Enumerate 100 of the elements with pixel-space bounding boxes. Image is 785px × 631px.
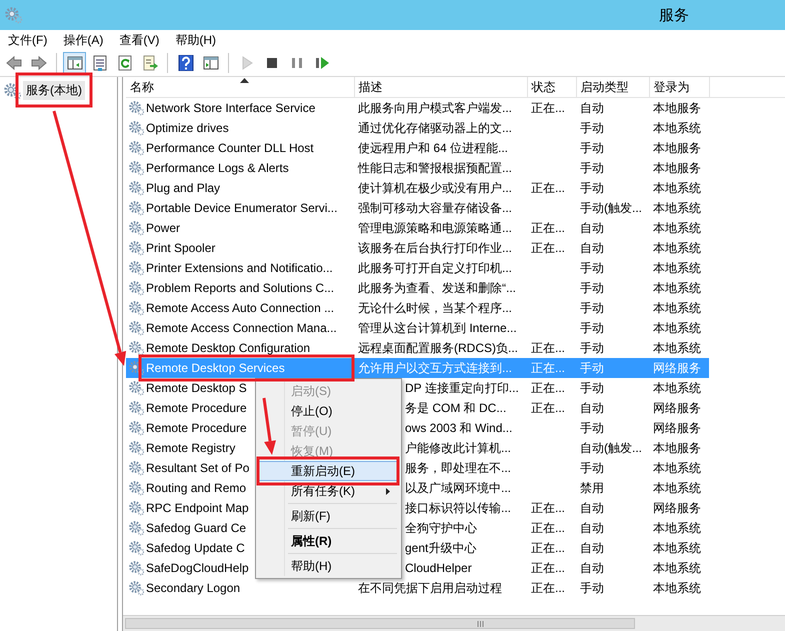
table-cell: 该服务在后台执行打印作业... (358, 240, 512, 254)
table-cell: ows 2003 和 Wind... (405, 420, 512, 434)
gear-icon (128, 560, 144, 576)
menu-item[interactable]: 属性(R) (258, 531, 399, 551)
service-name[interactable]: Remote Desktop Configuration (146, 341, 310, 355)
service-name[interactable]: Printer Extensions and Notificatio... (146, 261, 333, 275)
back-icon[interactable] (6, 55, 22, 71)
service-name[interactable]: Optimize drives (146, 121, 229, 135)
table-cell: 手动 (580, 320, 604, 334)
tree-item[interactable]: 服务(本地) (23, 81, 85, 100)
table-cell: 本地系统 (653, 180, 701, 194)
table-cell: 自动 (580, 240, 604, 254)
table-cell: 自动 (580, 220, 604, 234)
table-cell: 本地系统 (653, 540, 701, 554)
service-name[interactable]: Resultant Set of Po (146, 461, 250, 475)
table-cell: 本地系统 (653, 340, 701, 354)
table-cell: 本地系统 (653, 480, 701, 494)
table-cell: 正在... (531, 180, 566, 194)
gear-icon (128, 320, 144, 336)
table-cell: 管理从这台计算机到 Interne... (358, 320, 517, 334)
service-name[interactable]: Remote Access Connection Mana... (146, 321, 337, 335)
service-name[interactable]: Secondary Logon (146, 581, 240, 595)
table-cell: 手动 (580, 300, 604, 314)
gear-icon (128, 240, 144, 256)
column-header[interactable]: 状态 (527, 77, 576, 98)
table-cell: 本地服务 (653, 100, 701, 114)
gear-icon (128, 340, 144, 356)
table-cell: 正在... (531, 500, 566, 514)
menu-item[interactable]: 帮助(H) (258, 556, 399, 576)
service-name[interactable]: Performance Counter DLL Host (146, 141, 314, 155)
service-name[interactable]: Safedog Update C (146, 541, 245, 555)
table-cell: 正在... (531, 340, 566, 354)
table-cell: 此服务向用户模式客户端发... (358, 100, 512, 114)
menu-item[interactable]: 操作(A) (57, 30, 110, 50)
menu-item[interactable]: 停止(O) (258, 401, 399, 421)
menu-item[interactable]: 刷新(F) (258, 506, 399, 526)
table-cell: 本地系统 (653, 280, 701, 294)
table-cell: 本地系统 (653, 320, 701, 334)
table-cell: 手动(触发... (580, 200, 642, 214)
help-icon (178, 55, 194, 71)
restart-icon[interactable] (314, 55, 330, 71)
table-cell: 正在... (531, 220, 566, 234)
menu-item[interactable]: 所有任务(K) (258, 481, 399, 501)
gear-icon (128, 580, 144, 596)
gear-icon (128, 120, 144, 136)
service-name[interactable]: Remote Access Auto Connection ... (146, 301, 334, 315)
gear-icon (128, 180, 144, 196)
menu-item[interactable]: 文件(F) (2, 30, 54, 50)
service-name[interactable]: Remote Registry (146, 441, 236, 455)
service-name[interactable]: Routing and Remo (146, 481, 246, 495)
service-name[interactable]: SafeDogCloudHelp (146, 561, 249, 575)
table-cell: 接口标识符以传输... (405, 500, 512, 514)
service-name[interactable]: Power (146, 221, 180, 235)
table-cell: 此服务可打开自定义打印机... (358, 260, 512, 274)
horizontal-scrollbar[interactable] (123, 615, 785, 631)
table-cell: 本地系统 (653, 300, 701, 314)
table-cell: 手动 (580, 140, 604, 154)
table-cell: 远程桌面配置服务(RDCS)负... (358, 340, 518, 354)
table-cell: 正在... (531, 380, 566, 394)
service-name[interactable]: Performance Logs & Alerts (146, 161, 289, 175)
table-cell: 网络服务 (653, 400, 701, 414)
table-cell: 本地系统 (653, 580, 701, 594)
gear-icon (128, 300, 144, 316)
properties-icon (92, 55, 108, 71)
service-name[interactable]: Remote Procedure (146, 421, 247, 435)
submenu-arrow-icon (386, 488, 390, 494)
gear-icon (128, 420, 144, 436)
table-cell: 此服务为查看、发送和删除“... (358, 280, 516, 294)
table-cell: 本地服务 (653, 440, 701, 454)
column-header[interactable]: 登录为 (649, 77, 709, 98)
scroll-thumb[interactable] (125, 618, 635, 629)
menu-item[interactable]: 重新启动(E) (258, 461, 399, 481)
gear-icon (128, 140, 144, 156)
service-name[interactable]: Remote Procedure (146, 401, 247, 415)
service-name[interactable]: Print Spooler (146, 241, 216, 255)
service-name[interactable]: Portable Device Enumerator Servi... (146, 201, 338, 215)
table-cell: 手动 (580, 420, 604, 434)
column-header[interactable]: 启动类型 (576, 77, 649, 98)
table-cell: 全狗守护中心 (405, 520, 477, 534)
column-header[interactable]: 名称 (126, 77, 354, 98)
window-title: 服务 (659, 6, 689, 24)
service-name[interactable]: Plug and Play (146, 181, 220, 195)
toolbar-button[interactable] (63, 52, 86, 74)
table-cell: 本地系统 (653, 380, 701, 394)
table-cell: 使计算机在极少或没有用户... (358, 180, 512, 194)
service-name[interactable]: Problem Reports and Solutions C... (146, 281, 334, 295)
menu-item[interactable]: 帮助(H) (169, 30, 222, 50)
table-cell: 正在... (531, 100, 566, 114)
forward-icon[interactable] (30, 55, 46, 71)
table-cell: 自动 (580, 400, 604, 414)
gear-icon (128, 400, 144, 416)
column-header[interactable]: 描述 (354, 77, 527, 98)
service-name[interactable]: Network Store Interface Service (146, 101, 316, 115)
table-cell: 本地系统 (653, 240, 701, 254)
menu-item[interactable]: 查看(V) (113, 30, 166, 50)
table-cell: 手动 (580, 580, 604, 594)
service-name[interactable]: Remote Desktop S (146, 381, 247, 395)
service-name[interactable]: Safedog Guard Ce (146, 521, 246, 535)
refresh-icon (116, 55, 132, 71)
service-name[interactable]: RPC Endpoint Map (146, 501, 249, 515)
